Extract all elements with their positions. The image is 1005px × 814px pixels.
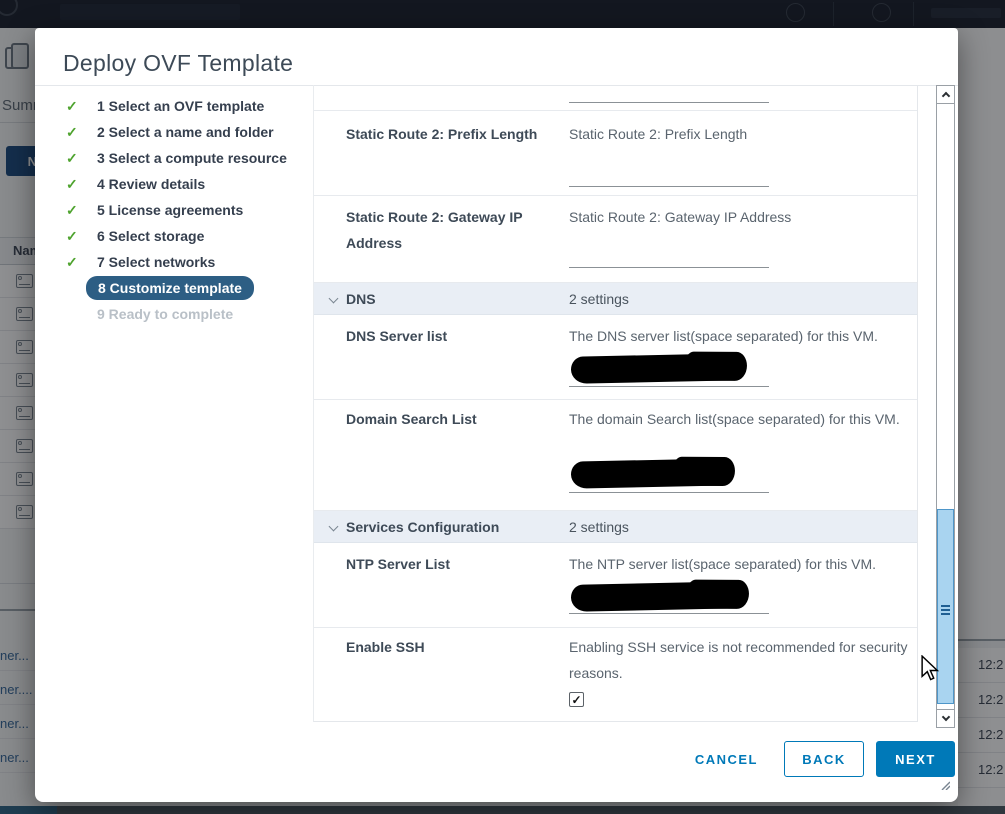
screen: Summary N Name ner... ner.... ner... ner… xyxy=(0,0,1005,814)
step-label: 8 Customize template xyxy=(98,280,242,296)
form-row-static-route-gateway: Static Route 2: Gateway IP Address Stati… xyxy=(314,196,917,283)
deploy-ovf-dialog: Deploy OVF Template ✓1 Select an OVF tem… xyxy=(35,28,958,802)
form-scrollbar[interactable] xyxy=(936,85,955,728)
section-header-dns[interactable]: DNS 2 settings xyxy=(314,283,917,315)
step-label: 6 Select storage xyxy=(97,228,204,244)
step-label: 3 Select a compute resource xyxy=(97,150,287,166)
customize-template-form: Static Route 2: Prefix Length Static Rou… xyxy=(313,85,918,722)
chevron-down-icon xyxy=(329,294,339,304)
check-icon: ✓ xyxy=(63,202,97,219)
ntp-server-input[interactable] xyxy=(569,613,769,614)
wizard-step-1[interactable]: ✓1 Select an OVF template xyxy=(63,93,317,119)
wizard-step-9: 9 Ready to complete xyxy=(63,301,317,327)
check-icon: ✓ xyxy=(63,150,97,167)
scrollbar-grip-icon xyxy=(941,605,950,607)
form-row-dns-server: DNS Server list The DNS server list(spac… xyxy=(314,315,917,400)
checkmark-icon: ✓ xyxy=(571,693,581,707)
field-label: DNS Server list xyxy=(346,323,541,349)
gateway-ip-input[interactable] xyxy=(569,267,769,268)
domain-search-input[interactable] xyxy=(569,492,769,493)
check-icon: ✓ xyxy=(63,228,97,245)
resize-handle-icon[interactable] xyxy=(940,780,950,790)
redacted-value xyxy=(571,353,744,384)
scrollbar-thumb[interactable] xyxy=(937,509,954,704)
section-title: DNS xyxy=(346,291,376,307)
step-label: 7 Select networks xyxy=(97,254,215,270)
field-label: Enable SSH xyxy=(346,634,541,660)
text-input-underline[interactable] xyxy=(569,102,769,103)
step-label: 9 Ready to complete xyxy=(97,306,233,322)
form-row-partial xyxy=(314,85,917,111)
section-settings-count: 2 settings xyxy=(569,519,629,535)
dialog-footer: CANCEL BACK NEXT xyxy=(691,741,955,777)
section-settings-count: 2 settings xyxy=(569,291,629,307)
back-button[interactable]: BACK xyxy=(784,741,864,777)
redacted-value xyxy=(571,581,746,612)
wizard-step-5[interactable]: ✓5 License agreements xyxy=(63,197,317,223)
wizard-step-2[interactable]: ✓2 Select a name and folder xyxy=(63,119,317,145)
section-title: Services Configuration xyxy=(346,519,499,535)
chevron-up-icon xyxy=(941,92,949,100)
field-description: Static Route 2: Gateway IP Address xyxy=(569,204,914,230)
chevron-down-icon xyxy=(329,522,339,532)
wizard-step-8-active[interactable]: 8 Customize template xyxy=(86,276,254,300)
wizard-steps: ✓1 Select an OVF template ✓2 Select a na… xyxy=(63,93,317,327)
redacted-value xyxy=(571,458,732,488)
redaction-scribble xyxy=(685,352,747,381)
field-description: The domain Search list(space separated) … xyxy=(569,406,914,432)
field-label: Static Route 2: Prefix Length xyxy=(346,121,541,147)
cancel-button[interactable]: CANCEL xyxy=(691,744,762,775)
field-description: Static Route 2: Prefix Length xyxy=(569,121,914,147)
wizard-step-7[interactable]: ✓7 Select networks xyxy=(63,249,317,275)
field-description: Enabling SSH service is not recommended … xyxy=(569,634,914,686)
wizard-step-3[interactable]: ✓3 Select a compute resource xyxy=(63,145,317,171)
dialog-title: Deploy OVF Template xyxy=(63,50,293,77)
next-button[interactable]: NEXT xyxy=(876,741,955,777)
check-icon: ✓ xyxy=(63,176,97,193)
form-row-domain-search: Domain Search List The domain Search lis… xyxy=(314,400,917,511)
prefix-length-input[interactable] xyxy=(569,186,769,187)
wizard-step-6[interactable]: ✓6 Select storage xyxy=(63,223,317,249)
scroll-down-button[interactable] xyxy=(936,709,955,728)
mouse-cursor xyxy=(921,655,939,682)
form-row-enable-ssh: Enable SSH Enabling SSH service is not r… xyxy=(314,628,917,722)
step-label: 2 Select a name and folder xyxy=(97,124,274,140)
check-icon: ✓ xyxy=(63,98,97,115)
field-label: Static Route 2: Gateway IP Address xyxy=(346,204,541,256)
wizard-step-4[interactable]: ✓4 Review details xyxy=(63,171,317,197)
enable-ssh-checkbox[interactable]: ✓ xyxy=(569,692,584,707)
form-row-static-route-prefix: Static Route 2: Prefix Length Static Rou… xyxy=(314,111,917,196)
check-icon: ✓ xyxy=(63,254,97,271)
dns-server-input[interactable] xyxy=(569,386,769,387)
redaction-scribble xyxy=(673,457,735,486)
section-header-services[interactable]: Services Configuration 2 settings xyxy=(314,511,917,543)
field-label: NTP Server List xyxy=(346,551,541,577)
scroll-up-button[interactable] xyxy=(936,85,955,104)
check-icon: ✓ xyxy=(63,124,97,141)
field-description: The DNS server list(space separated) for… xyxy=(569,323,914,349)
step-label: 4 Review details xyxy=(97,176,205,192)
field-description: The NTP server list(space separated) for… xyxy=(569,551,914,577)
chevron-down-icon xyxy=(941,713,949,721)
form-row-ntp-server: NTP Server List The NTP server list(spac… xyxy=(314,543,917,628)
redaction-scribble xyxy=(687,580,749,609)
step-label: 5 License agreements xyxy=(97,202,243,218)
field-label: Domain Search List xyxy=(346,406,541,432)
step-label: 1 Select an OVF template xyxy=(97,98,264,114)
